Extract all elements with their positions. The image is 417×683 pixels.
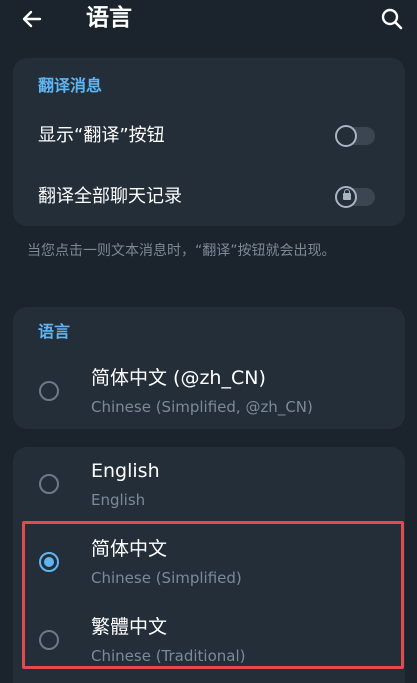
show-translate-button-label: 显示“翻译”按钮 [38, 125, 165, 146]
language-option-current[interactable]: 简体中文 (@zh_CN) Chinese (Simplified, @zh_C… [13, 351, 405, 431]
radio-button[interactable] [39, 381, 59, 401]
language-section-header: 语言 [38, 322, 71, 341]
language-subtitle: English [91, 491, 146, 509]
current-language-card: 语言 简体中文 (@zh_CN) Chinese (Simplified, @z… [13, 307, 405, 429]
translate-hint-text: 当您点击一则文本消息时，“翻译”按钮就会出现。 [27, 243, 336, 259]
arrow-left-icon[interactable] [20, 7, 44, 31]
language-subtitle: Chinese (Simplified) [91, 569, 242, 587]
radio-button-selected[interactable] [39, 552, 59, 572]
translate-all-chats-row[interactable]: 翻译全部聊天记录 [13, 168, 405, 228]
translate-all-chats-toggle[interactable] [335, 186, 375, 208]
translate-all-chats-label: 翻译全部聊天记录 [38, 186, 182, 207]
language-name: 繁體中文 [91, 616, 168, 638]
radio-button[interactable] [39, 474, 59, 494]
toggle-knob [335, 186, 357, 208]
language-option-simplified-chinese[interactable]: 简体中文 Chinese (Simplified) [13, 525, 405, 605]
show-translate-button-row[interactable]: 显示“翻译”按钮 [13, 106, 405, 166]
show-translate-button-toggle[interactable] [335, 125, 375, 147]
toggle-knob [335, 125, 357, 147]
translate-section-header: 翻译消息 [38, 76, 103, 95]
language-name: 简体中文 (@zh_CN) [91, 367, 266, 389]
language-name: 简体中文 [91, 538, 168, 560]
page-title: 语言 [86, 5, 132, 31]
language-option-english[interactable]: English English [13, 447, 405, 527]
language-subtitle: Chinese (Simplified, @zh_CN) [91, 398, 313, 416]
language-list-card: English English 简体中文 Chinese (Simplified… [13, 447, 405, 683]
translate-settings-card: 翻译消息 显示“翻译”按钮 翻译全部聊天记录 [13, 58, 405, 226]
search-icon[interactable] [380, 7, 404, 31]
language-settings-page: 语言 翻译消息 显示“翻译”按钮 翻译全部聊天记录 当您点击一则文本消息时，“翻… [0, 0, 417, 683]
language-subtitle: Chinese (Traditional) [91, 647, 246, 665]
language-name: English [91, 460, 160, 482]
lock-icon [343, 193, 351, 200]
app-bar: 语言 [0, 0, 417, 40]
radio-selected-dot [44, 557, 54, 567]
radio-button[interactable] [39, 630, 59, 650]
language-option-traditional-chinese[interactable]: 繁體中文 Chinese (Traditional) [13, 603, 405, 683]
